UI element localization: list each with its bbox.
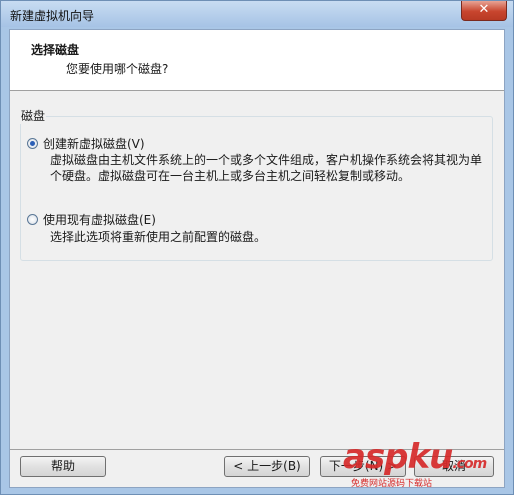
watermark-logo: aspku.com bbox=[343, 437, 487, 477]
help-button[interactable]: 帮助 bbox=[20, 456, 106, 477]
create-new-description: 虚拟磁盘由主机文件系统上的一个或多个文件组成，客户机操作系统会将其视为单 个硬盘… bbox=[50, 152, 500, 184]
wizard-window: 新建虚拟机向导 ✕ 选择磁盘 您要使用哪个磁盘? 磁盘 创建新虚拟磁盘(V) 虚… bbox=[0, 0, 514, 495]
back-button[interactable]: < 上一步(B) bbox=[224, 456, 310, 477]
disk-group-legend: 磁盘 bbox=[20, 107, 47, 124]
window-title: 新建虚拟机向导 bbox=[10, 9, 95, 23]
wizard-header: 选择磁盘 您要使用哪个磁盘? bbox=[10, 30, 504, 91]
radio-checked-icon[interactable] bbox=[27, 138, 38, 149]
page-title: 选择磁盘 bbox=[31, 43, 80, 57]
use-existing-description: 选择此选项将重新使用之前配置的磁盘。 bbox=[50, 229, 500, 245]
page-subtitle: 您要使用哪个磁盘? bbox=[66, 62, 169, 76]
description-line: 虚拟磁盘由主机文件系统上的一个或多个文件组成，客户机操作系统会将其视为单 bbox=[50, 153, 483, 167]
radio-create-new-disk[interactable]: 创建新虚拟磁盘(V) bbox=[27, 135, 145, 152]
radio-use-existing-disk[interactable]: 使用现有虚拟磁盘(E) bbox=[27, 211, 156, 228]
wizard-body: 选择磁盘 您要使用哪个磁盘? 磁盘 创建新虚拟磁盘(V) 虚拟磁盘由主机文件系统… bbox=[9, 29, 505, 488]
radio-use-existing-label[interactable]: 使用现有虚拟磁盘(E) bbox=[43, 211, 156, 228]
close-button[interactable]: ✕ bbox=[461, 1, 507, 21]
title-bar[interactable]: 新建虚拟机向导 ✕ bbox=[1, 1, 513, 27]
watermark-subtext: 免费网站源码下载站 bbox=[351, 479, 433, 489]
radio-create-new-label[interactable]: 创建新虚拟磁盘(V) bbox=[43, 135, 145, 152]
description-line: 选择此选项将重新使用之前配置的磁盘。 bbox=[50, 230, 267, 244]
radio-unchecked-icon[interactable] bbox=[27, 214, 38, 225]
description-line: 个硬盘。虚拟磁盘可在一台主机上或多台主机之间轻松复制或移动。 bbox=[50, 169, 411, 183]
watermark-text: aspku bbox=[343, 437, 453, 477]
watermark-suffix: .com bbox=[452, 456, 487, 472]
